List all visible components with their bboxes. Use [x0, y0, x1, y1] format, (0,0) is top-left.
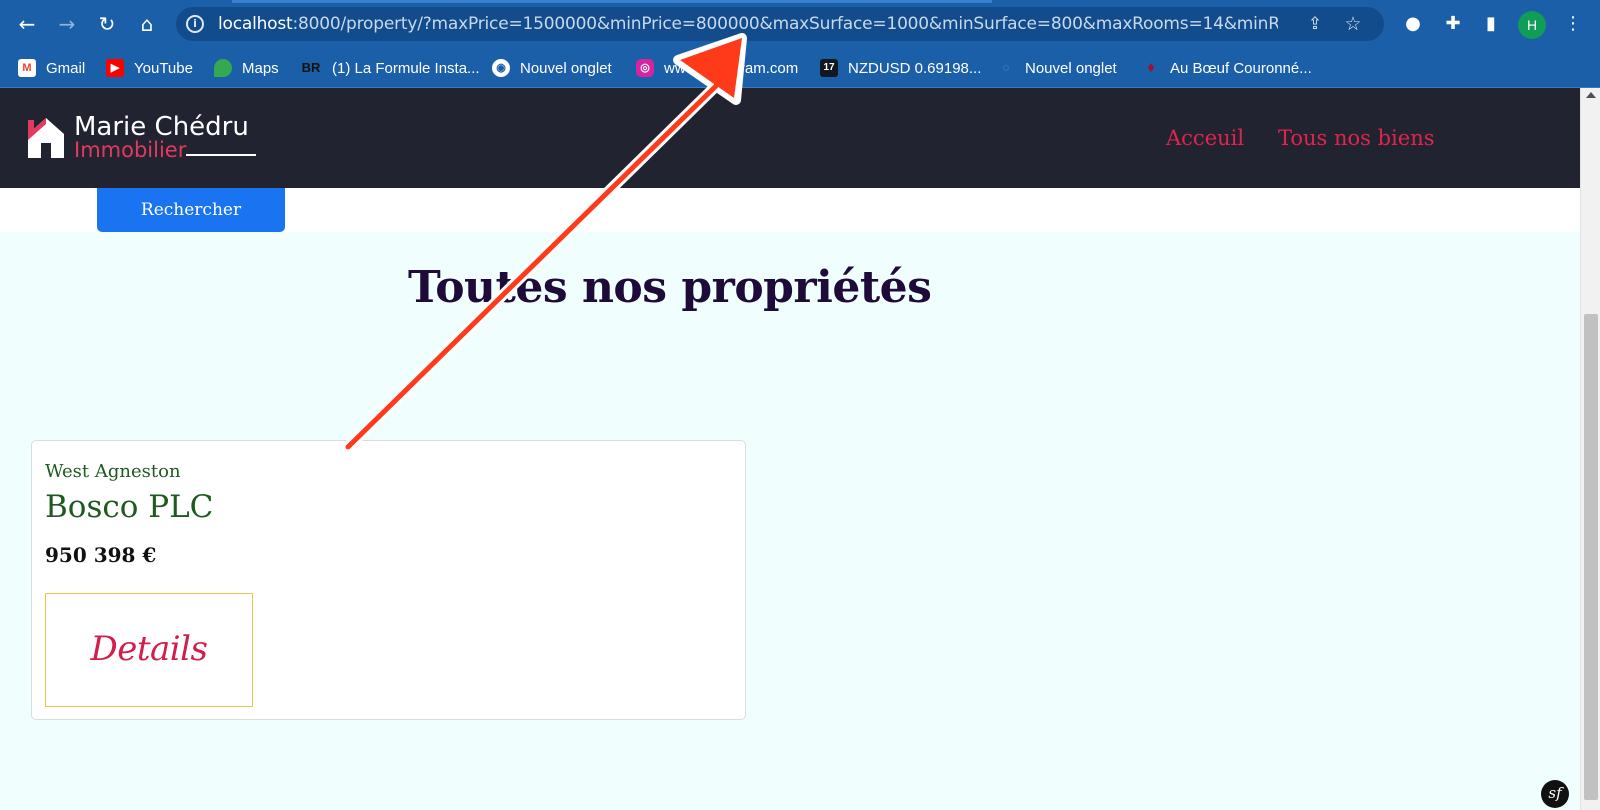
profile-avatar[interactable]: H	[1518, 11, 1546, 39]
address-bar[interactable]: i localhost:8000/property/?maxPrice=1500…	[176, 7, 1384, 41]
home-icon[interactable]: ⌂	[132, 9, 162, 39]
scroll-up-arrow-icon[interactable]	[1586, 92, 1596, 98]
bookmark-label: Nouvel onglet	[520, 59, 612, 77]
bookmark-instagram[interactable]: ◎ www.instagram.com	[636, 56, 798, 80]
tradingview-icon: 17	[820, 59, 838, 77]
bookmark-nouvel-onglet-1[interactable]: ◉ Nouvel onglet	[492, 56, 612, 80]
search-form-area: Rechercher	[0, 188, 1580, 232]
property-price: 950 398 €	[45, 543, 157, 567]
bookmark-label: Nouvel onglet	[1025, 59, 1117, 77]
puzzle-extensions-icon[interactable]: ✚	[1440, 11, 1466, 37]
gmail-icon: M	[18, 59, 36, 77]
bookmark-label: NZDUSD 0.69198...	[848, 59, 982, 77]
property-card: West Agneston Bosco PLC 950 398 € Detail…	[31, 440, 746, 720]
bookmark-au-boeuf[interactable]: ♦ Au Bœuf Couronné...	[1142, 56, 1312, 80]
bookmark-label: Gmail	[46, 59, 86, 77]
nav-link-home[interactable]: Acceuil	[1166, 126, 1244, 150]
search-button[interactable]: Rechercher	[97, 188, 285, 232]
bookmark-nouvel-onglet-2[interactable]: ◌ Nouvel onglet	[997, 56, 1117, 80]
location-icon: ♦	[1147, 59, 1155, 76]
bookmark-label: Au Bœuf Couronné...	[1170, 59, 1312, 77]
bookmark-label: Maps	[242, 59, 279, 77]
maps-icon	[214, 59, 232, 77]
globe-icon: ◉	[492, 59, 510, 77]
url-host: localhost	[218, 14, 293, 34]
swirl-icon: ◌	[1002, 62, 1010, 74]
symfony-toolbar-icon[interactable]: sf	[1541, 780, 1569, 808]
brand-subtitle: Immobilier	[74, 138, 187, 162]
url-text[interactable]: localhost:8000/property/?maxPrice=150000…	[218, 14, 1278, 34]
bookmark-label: (1) La Formule Insta...	[332, 59, 480, 77]
nav-link-all-properties[interactable]: Tous nos biens	[1278, 126, 1435, 150]
bookmark-label: www.instagram.com	[664, 59, 799, 77]
bookmark-label: YouTube	[134, 59, 193, 77]
extension-icon[interactable]: ●	[1400, 11, 1426, 37]
house-logo-icon[interactable]	[26, 116, 66, 158]
bookmarks-bar: M Gmail ▶ YouTube Maps BR (1) La Formule…	[0, 48, 1600, 88]
details-button[interactable]: Details	[45, 593, 253, 707]
bookmark-youtube[interactable]: ▶ YouTube	[106, 56, 193, 80]
side-panel-icon[interactable]: ▮	[1478, 11, 1504, 37]
url-path: :8000/property/?maxPrice=1500000&minPric…	[292, 14, 1278, 34]
browser-toolbar: ← → ↻ ⌂ i localhost:8000/property/?maxPr…	[0, 0, 1600, 48]
page-scrollbar[interactable]	[1580, 88, 1600, 810]
bookmark-maps[interactable]: Maps	[214, 56, 279, 80]
menu-kebab-icon[interactable]: ⋮	[1560, 11, 1586, 37]
youtube-icon: ▶	[106, 59, 124, 77]
bookmark-gmail[interactable]: M Gmail	[18, 56, 85, 80]
bookmark-star-icon[interactable]: ☆	[1342, 13, 1364, 35]
forward-icon[interactable]: →	[52, 9, 82, 39]
instagram-icon: ◎	[636, 59, 654, 77]
property-city: West Agneston	[45, 461, 181, 482]
reload-icon[interactable]: ↻	[92, 9, 122, 39]
back-icon[interactable]: ←	[12, 9, 42, 39]
bookmark-nzdusd[interactable]: 17 NZDUSD 0.69198...	[820, 56, 981, 80]
share-icon[interactable]: ⇪	[1304, 13, 1326, 35]
site-info-icon[interactable]: i	[186, 15, 204, 33]
br-icon: BR	[301, 60, 321, 75]
bookmark-la-formule[interactable]: BR (1) La Formule Insta...	[300, 56, 480, 80]
brand-underline	[186, 154, 256, 156]
scroll-thumb[interactable]	[1584, 314, 1598, 800]
property-name: Bosco PLC	[45, 489, 214, 525]
page-title: Toutes nos propriétés	[408, 262, 932, 313]
active-tab-indicator	[232, 0, 992, 3]
site-header: Marie Chédru Immobilier Acceuil Tous nos…	[0, 88, 1580, 188]
